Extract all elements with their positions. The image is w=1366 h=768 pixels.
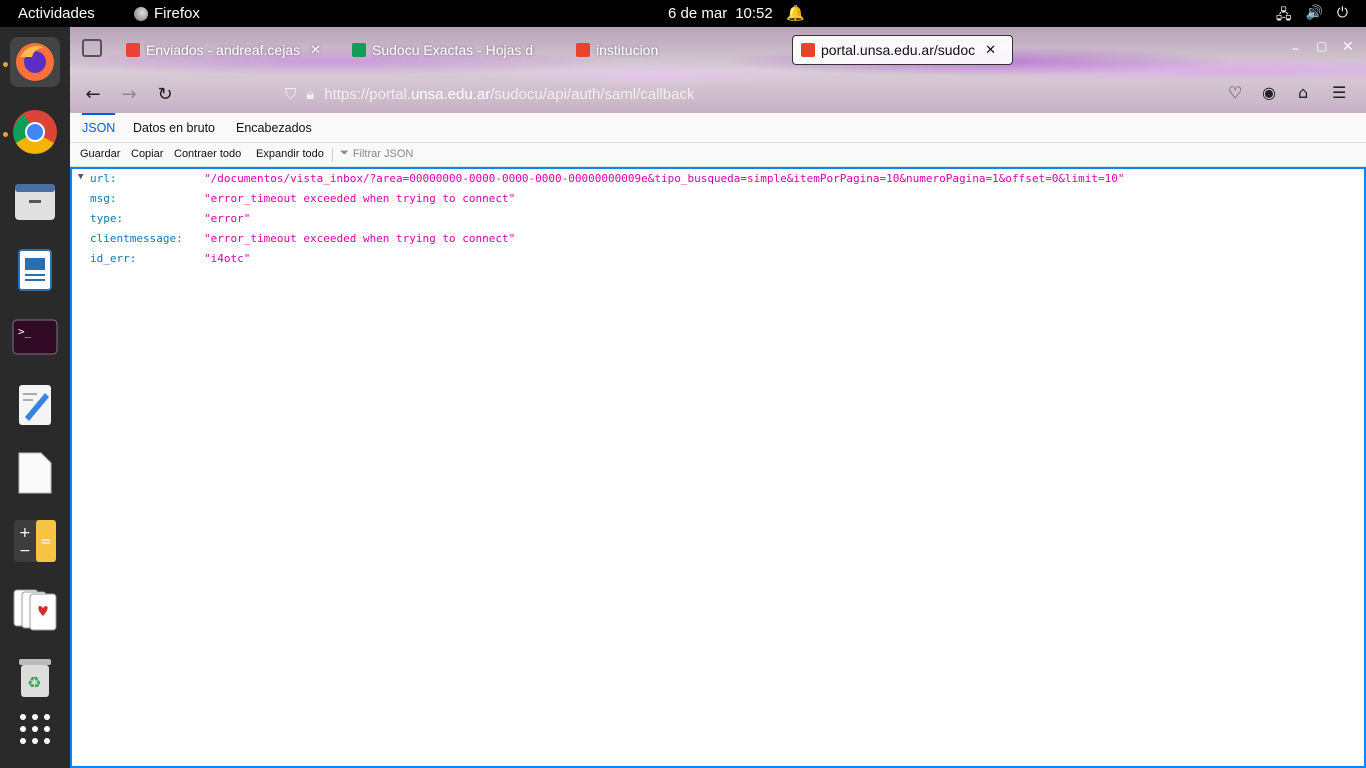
sheets-favicon-icon	[352, 43, 366, 57]
json-row-url[interactable]: ▼ url: "/documentos/vista_inbox/?area=00…	[72, 169, 1364, 189]
trash-icon[interactable]: ♻	[10, 652, 60, 702]
svg-text:>_: >_	[18, 325, 32, 338]
close-window-icon[interactable]: ✕	[1342, 39, 1354, 55]
json-key: id_err:	[90, 252, 137, 265]
json-row-msg[interactable]: msg: "error_timeout exceeded when trying…	[72, 189, 1364, 209]
activities-button[interactable]: Actividades	[18, 5, 95, 22]
volume-icon: 🔊	[1305, 4, 1323, 20]
network-icon: 🖧	[1275, 6, 1292, 22]
solitaire-icon[interactable]	[10, 584, 60, 634]
tab-gmail[interactable]: Enviados - andreaf.cejas ✕	[126, 35, 332, 65]
calculator-icon[interactable]: + − =	[10, 516, 60, 566]
writer-icon[interactable]	[10, 245, 60, 295]
system-tray[interactable]: 🖧 🔊 ⏻	[1276, 4, 1348, 28]
json-tree: ▼ url: "/documentos/vista_inbox/?area=00…	[70, 167, 1366, 768]
menu-icon[interactable]: ☰	[1332, 83, 1346, 102]
clock[interactable]: 6 de mar 10:52	[668, 5, 773, 22]
date-label: 6 de mar	[668, 5, 728, 22]
tab-institucion[interactable]: institucion	[576, 35, 776, 65]
minimize-icon[interactable]: –	[1292, 41, 1299, 57]
json-row-id-err[interactable]: id_err: "i4otc"	[72, 249, 1364, 269]
text-editor-icon[interactable]	[10, 380, 60, 430]
firefox-small-icon	[134, 6, 148, 21]
close-tab-icon[interactable]: ✕	[310, 42, 321, 58]
app-grid-icon[interactable]	[10, 704, 60, 754]
json-value: "error_timeout exceeded when trying to c…	[204, 192, 516, 205]
notification-bell-icon[interactable]: 🔔	[786, 4, 805, 22]
account-icon[interactable]: ◉	[1262, 83, 1276, 102]
maximize-icon[interactable]: ▢	[1316, 39, 1327, 53]
app-name: Firefox	[154, 5, 200, 22]
system-top-bar: Actividades Firefox 6 de mar 10:52 🔔 🖧 🔊…	[0, 0, 1366, 27]
lock-icon[interactable]: 🔒︎	[306, 86, 314, 103]
json-value: "i4otc"	[204, 252, 251, 265]
shield-icon[interactable]: ⛉	[285, 86, 296, 103]
json-viewer-toolbar: Guardar Copiar Contraer todo Expandir to…	[70, 143, 1366, 167]
tab-headers[interactable]: Encabezados	[236, 113, 312, 143]
json-value: "error"	[204, 212, 251, 225]
tab-label: Sudocu Exactas - Hojas d	[372, 42, 534, 58]
svg-text:−: −	[19, 543, 31, 559]
running-indicator	[3, 62, 8, 67]
running-indicator	[3, 132, 8, 137]
document-icon[interactable]	[10, 448, 60, 498]
json-row-clientmessage[interactable]: clientmessage: "error_timeout exceeded w…	[72, 229, 1364, 249]
tab-portal-active[interactable]: portal.unsa.edu.ar/sudoc ✕	[792, 35, 1013, 65]
json-key: clientmessage:	[90, 232, 183, 245]
chrome-icon[interactable]	[10, 107, 60, 157]
power-icon: ⏻	[1336, 4, 1348, 20]
firefox-icon[interactable]	[10, 37, 60, 87]
json-key: type:	[90, 212, 124, 225]
files-icon[interactable]	[10, 177, 60, 227]
svg-text:♻: ♻	[27, 673, 41, 692]
tab-label: portal.unsa.edu.ar/sudoc	[821, 42, 976, 58]
svg-text:+: +	[19, 525, 31, 541]
pocket-icon[interactable]: ♡	[1228, 83, 1242, 102]
extensions-icon[interactable]: ⌂	[1298, 83, 1308, 102]
time-label: 10:52	[735, 5, 773, 22]
save-button[interactable]: Guardar	[80, 148, 120, 160]
tab-json[interactable]: JSON	[82, 113, 116, 143]
toolbar-divider	[332, 148, 333, 162]
gmail-favicon-icon	[126, 43, 140, 57]
json-value: "error_timeout exceeded when trying to c…	[204, 232, 516, 245]
collapse-all-button[interactable]: Contraer todo	[174, 148, 241, 160]
app-menu[interactable]: Firefox	[134, 5, 200, 22]
json-key: msg:	[90, 192, 117, 205]
expand-all-button[interactable]: Expandir todo	[256, 148, 324, 160]
copy-button[interactable]: Copiar	[131, 148, 163, 160]
filter-json-input[interactable]: ⏷ Filtrar JSON	[340, 147, 413, 160]
tab-raw-data[interactable]: Datos en bruto	[133, 113, 215, 143]
tab-label: institucion	[596, 42, 659, 58]
collapse-triangle-icon[interactable]: ▼	[78, 172, 83, 182]
json-row-type[interactable]: type: "error"	[72, 209, 1364, 229]
svg-text:=: =	[40, 534, 52, 550]
dock: >_ + − = ♻	[0, 27, 70, 768]
tab-sheets[interactable]: Sudocu Exactas - Hojas d	[352, 35, 548, 65]
address-bar[interactable]: ⛉ 🔒︎ https://portal.unsa.edu.ar/sudocu/a…	[285, 79, 1115, 109]
url-text: https://portal.unsa.edu.ar/sudocu/api/au…	[324, 85, 695, 103]
close-tab-icon[interactable]: ✕	[985, 42, 996, 58]
terminal-icon[interactable]: >_	[10, 312, 60, 362]
forward-arrow-icon[interactable]: →	[116, 81, 142, 107]
sudocu-favicon-icon	[576, 43, 590, 57]
sudocu-favicon-icon	[801, 43, 815, 57]
list-all-tabs-button[interactable]	[82, 39, 102, 57]
json-viewer-tabs: JSON Datos en bruto Encabezados	[70, 113, 1366, 143]
browser-chrome: Enviados - andreaf.cejas ✕ Sudocu Exacta…	[70, 27, 1366, 113]
navigation-bar: ← → ↻ ⛉ 🔒︎ https://portal.unsa.edu.ar/su…	[70, 75, 1366, 113]
json-value: "/documentos/vista_inbox/?area=00000000-…	[204, 172, 1125, 185]
filter-placeholder: Filtrar JSON	[352, 147, 414, 160]
json-key: url:	[90, 172, 117, 185]
tab-label: Enviados - andreaf.cejas	[146, 42, 301, 58]
back-arrow-icon[interactable]: ←	[80, 81, 106, 107]
reload-icon[interactable]: ↻	[152, 81, 178, 107]
filter-icon: ⏷	[340, 147, 349, 159]
